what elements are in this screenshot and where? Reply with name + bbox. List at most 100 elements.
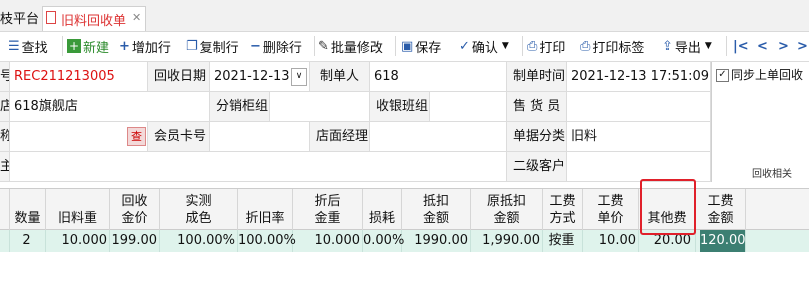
export-dropdown[interactable]: ⇪ 导出 ▼ — [662, 37, 712, 56]
cell-deduct-amount[interactable]: 1990.00 — [402, 230, 471, 252]
tab-home[interactable]: 枝平台 — [0, 8, 39, 27]
copy-icon: ❐ — [186, 38, 198, 54]
toolbar-divider — [395, 36, 396, 56]
minus-icon: − — [250, 38, 261, 54]
field-label: 主 — [0, 152, 10, 182]
header-labor-unit-price[interactable]: 工费 单价 — [583, 189, 639, 230]
caret-down-icon: ▼ — [501, 41, 509, 51]
previous-record-icon[interactable]: < — [757, 37, 768, 55]
printer-icon: ⎙ — [527, 38, 538, 54]
customer-field[interactable] — [10, 152, 507, 182]
toolbar-divider — [726, 36, 727, 56]
make-time-label: 制单时间 — [507, 62, 567, 92]
store-manager-label: 店面经理 — [310, 122, 370, 152]
add-row-label: 增加行 — [131, 40, 171, 56]
recycle-section-label: 回收相关 — [752, 169, 792, 180]
close-icon[interactable]: ✕ — [132, 11, 141, 24]
wand-icon: ✎ — [318, 38, 329, 54]
cell-loss[interactable]: 0.00% — [363, 230, 404, 252]
cell-labor-amount[interactable]: 120.00 — [700, 230, 746, 252]
header-original-deduct-amount[interactable]: 原抵扣 金额 — [471, 189, 543, 230]
cashier-group-field[interactable] — [430, 92, 507, 122]
cell-measured-purity[interactable]: 100.00% — [160, 230, 238, 252]
cell-old-weight[interactable]: 10.000 — [46, 230, 110, 252]
customer-name-field[interactable]: 查 — [10, 122, 148, 152]
save-button[interactable]: ▣ 保存 — [401, 37, 442, 56]
new-button[interactable]: + 新建 — [67, 37, 110, 56]
first-record-icon[interactable]: |< — [733, 37, 749, 55]
print-button[interactable]: ⎙ 打印 — [527, 37, 566, 56]
secondary-customer-field[interactable] — [567, 152, 711, 182]
plus-icon: + — [119, 38, 130, 54]
sync-checkbox[interactable]: ✓ — [716, 69, 729, 82]
last-record-icon[interactable]: >| — [797, 37, 809, 55]
toolbar-divider — [314, 36, 315, 56]
bulk-edit-label: 批量修改 — [330, 40, 383, 56]
maker-label: 制单人 — [310, 62, 370, 92]
document-class-value[interactable]: 旧料 — [567, 122, 711, 152]
recycle-date-label: 回收日期 — [148, 62, 210, 92]
bulk-edit-button[interactable]: ✎ 批量修改 — [318, 37, 383, 56]
print-label: 打印 — [539, 40, 566, 56]
date-dropdown-icon[interactable]: ∨ — [291, 68, 307, 86]
header-loss[interactable]: 损耗 — [363, 189, 402, 230]
distribution-counter-label: 分销柜组 — [210, 92, 270, 122]
copy-row-button[interactable]: ❐ 复制行 — [186, 37, 239, 56]
caret-down-icon: ▼ — [704, 41, 712, 51]
cell-recycle-gold-price[interactable]: 199.00 — [110, 230, 160, 252]
tab-bar: 枝平台 旧料回收单 ✕ — [0, 0, 809, 32]
cashier-group-label: 收银班组 — [370, 92, 430, 122]
print-label-button[interactable]: ⎙ 打印标签 — [580, 37, 645, 56]
delete-row-label: 删除行 — [262, 40, 302, 56]
document-class-label: 单据分类 — [507, 122, 567, 152]
cell-labor-unit-price[interactable]: 10.00 — [583, 230, 639, 252]
new-label: 新建 — [83, 40, 110, 56]
header-net-gold-weight[interactable]: 折后 金重 — [293, 189, 363, 230]
toolbar: ☰ 查找 + 新建 + 增加行 ❐ 复制行 − 删除行 ✎ 批量修改 ▣ 保存 ✓ 确认 ▼ ⎙ 打… — [0, 32, 809, 62]
header-quantity[interactable]: 数量 — [10, 189, 46, 230]
export-icon: ⇪ — [662, 38, 673, 54]
maker-value: 618 — [370, 62, 507, 92]
header-old-weight[interactable]: 旧料重 — [46, 189, 110, 230]
header-labor-method[interactable]: 工费 方式 — [543, 189, 583, 230]
store-manager-field[interactable] — [370, 122, 507, 152]
field-label: 号 — [0, 62, 10, 92]
confirm-dropdown[interactable]: ✓ 确认 ▼ — [459, 37, 509, 56]
tab-label: 旧料回收单 — [61, 14, 127, 29]
header-labor-amount[interactable]: 工费 金额 — [696, 189, 746, 230]
next-record-icon[interactable]: > — [778, 37, 789, 55]
row-indicator — [0, 230, 10, 252]
row-indicator-header — [0, 189, 10, 230]
delete-row-button[interactable]: − 删除行 — [250, 37, 302, 56]
store-value[interactable]: 618旗舰店 — [10, 92, 210, 122]
sync-label: 同步上单回收 — [731, 68, 804, 82]
tab-recycle-order[interactable]: 旧料回收单 ✕ — [42, 6, 146, 31]
distribution-counter-field[interactable] — [270, 92, 370, 122]
save-icon: ▣ — [401, 38, 414, 54]
order-number-value: REC211213005 — [10, 62, 148, 92]
header-measured-purity[interactable]: 实测 成色 — [160, 189, 238, 230]
header-deduct-amount[interactable]: 抵扣 金额 — [402, 189, 471, 230]
cell-quantity[interactable]: 2 — [10, 230, 46, 252]
document-icon — [46, 11, 56, 24]
seller-label: 售 货 员 — [507, 92, 567, 122]
recycle-date-value: 2021-12-13 — [214, 69, 290, 84]
check-circle-icon: ✓ — [459, 38, 470, 54]
cell-net-gold-weight[interactable]: 10.000 — [293, 230, 363, 252]
print-label-label: 打印标签 — [592, 40, 645, 56]
recycle-date-field[interactable]: 2021-12-13 ∨ — [210, 62, 310, 92]
header-recycle-gold-price[interactable]: 回收 金价 — [110, 189, 160, 230]
export-label: 导出 — [674, 40, 701, 56]
printer-icon: ⎙ — [580, 38, 591, 54]
make-time-value: 2021-12-13 17:51:09 — [567, 62, 711, 92]
search-customer-button[interactable]: 查 — [127, 127, 146, 146]
header-depreciation-rate[interactable]: 折旧率 — [238, 189, 293, 230]
member-card-field[interactable] — [210, 122, 310, 152]
find-button[interactable]: ☰ 查找 — [8, 37, 48, 56]
add-row-button[interactable]: + 增加行 — [119, 37, 171, 56]
save-label: 保存 — [415, 40, 442, 56]
cell-original-deduct-amount[interactable]: 1,990.00 — [471, 230, 543, 252]
cell-depreciation-rate[interactable]: 100.00% — [238, 230, 296, 252]
seller-field[interactable] — [567, 92, 711, 122]
cell-labor-method[interactable]: 按重 — [543, 230, 583, 252]
